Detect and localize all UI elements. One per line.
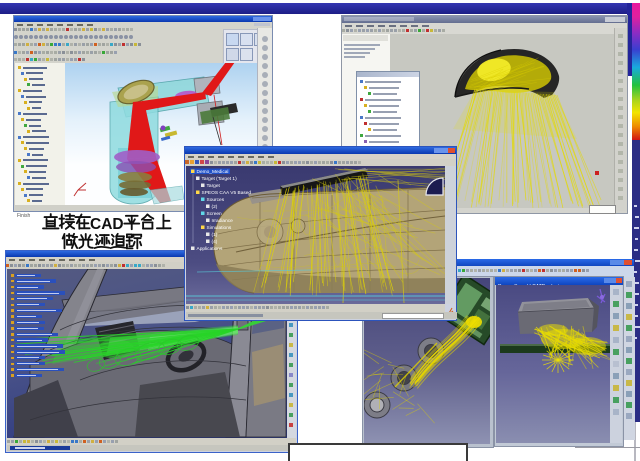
svg-text:CAD: CAD bbox=[90, 216, 124, 233]
